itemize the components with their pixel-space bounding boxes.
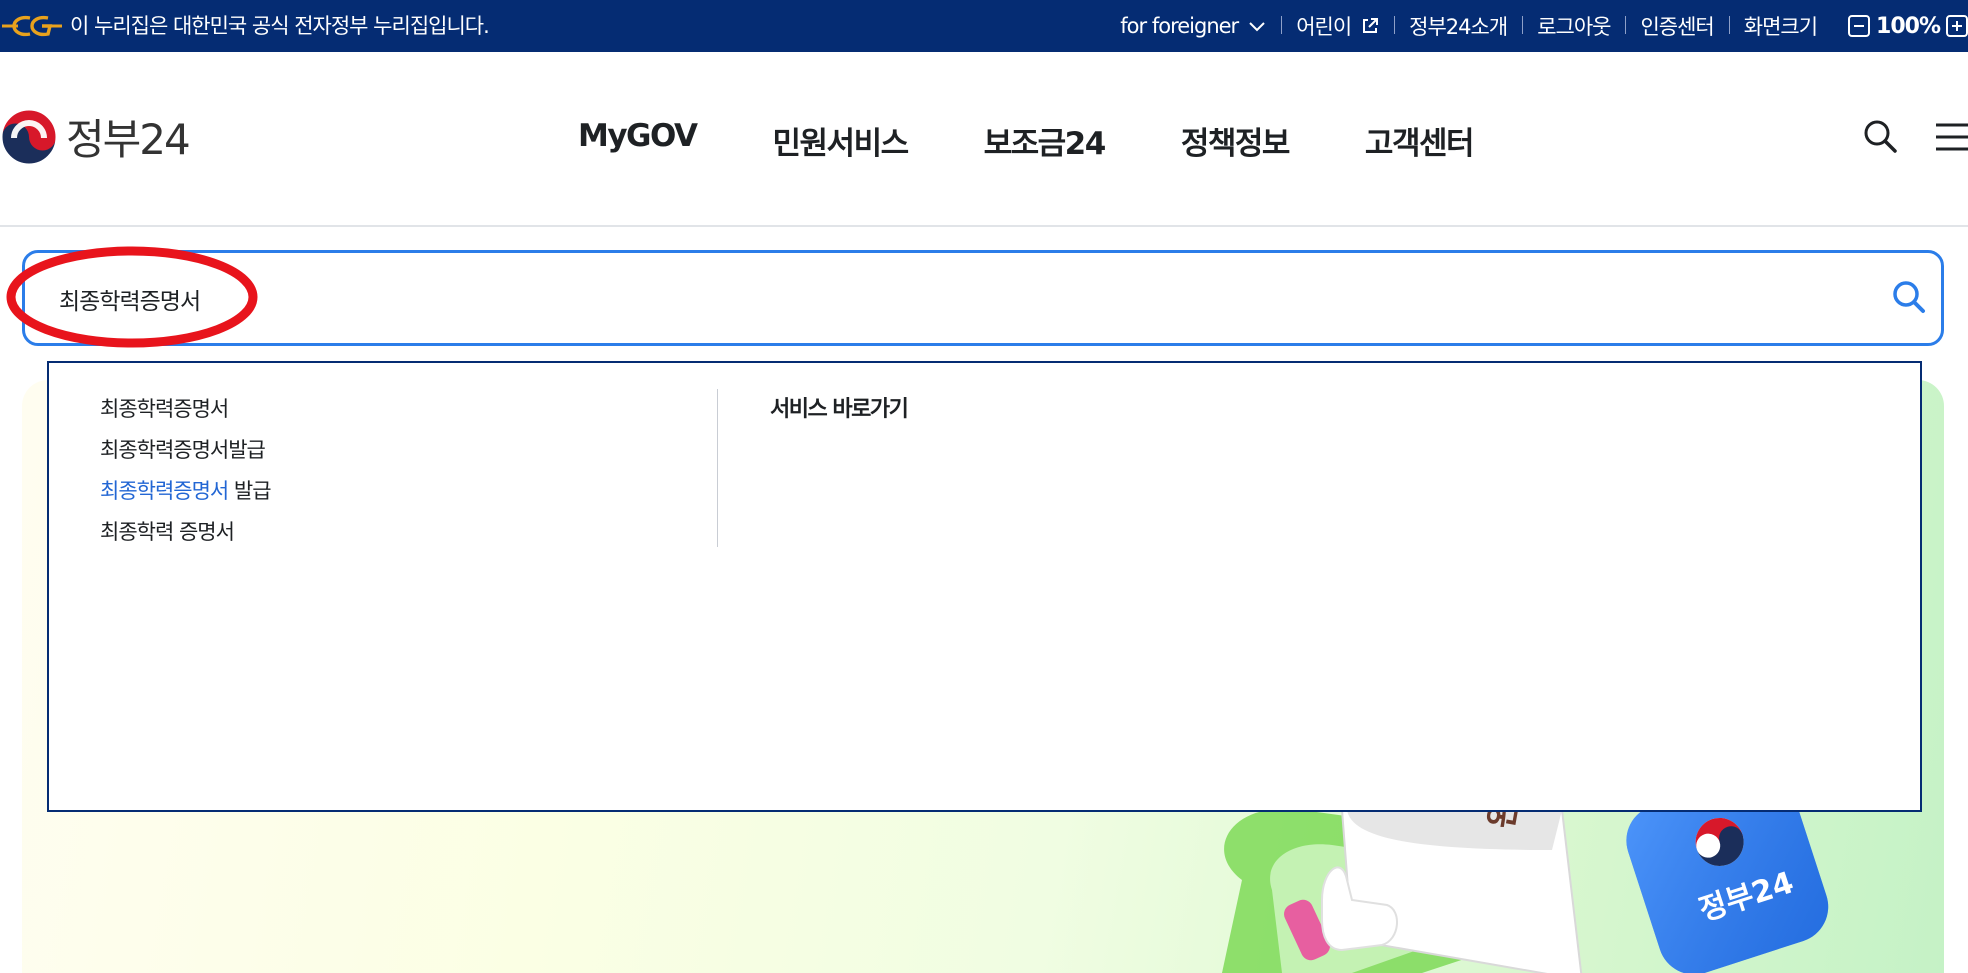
suggestion-list: 최종학력증명서 최종학력증명서발급 최종학력증명서 발급 최종학력 증명서 — [100, 389, 272, 553]
search-submit-icon[interactable] — [1891, 279, 1927, 315]
brand-home-link[interactable]: 정부24 — [0, 106, 191, 167]
search-input[interactable] — [57, 275, 1841, 323]
taegeuk-logo-icon — [1, 109, 57, 164]
minus-icon — [1854, 25, 1865, 27]
nav-mygov[interactable]: MyGOV — [578, 118, 698, 163]
zoom-in-button[interactable] — [1946, 15, 1968, 37]
main-nav: MyGOV 민원서비스 보조금24 정책정보 고객센터 — [578, 118, 1475, 163]
logout-link[interactable]: 로그아웃 — [1522, 11, 1625, 41]
nav-policy-info[interactable]: 정책정보 — [1181, 118, 1291, 163]
gov-banner: 이 누리집은 대한민국 공식 전자정부 누리집입니다. for foreigne… — [0, 0, 1968, 52]
suggestion-text: 발급 — [228, 479, 272, 503]
gov24-intro-link[interactable]: 정부24소개 — [1394, 11, 1522, 41]
suggestion-item[interactable]: 최종학력증명서 발급 — [100, 471, 272, 512]
cert-center-link[interactable]: 인증센터 — [1625, 11, 1728, 41]
suggestion-text: 최종학력증명서 — [100, 397, 229, 421]
hamburger-menu-icon[interactable] — [1934, 122, 1968, 152]
nav-customer-center[interactable]: 고객센터 — [1365, 118, 1475, 163]
dropdown-divider — [717, 389, 718, 547]
header-search-icon[interactable] — [1862, 118, 1898, 154]
official-site-notice: 이 누리집은 대한민국 공식 전자정부 누리집입니다. — [70, 14, 490, 38]
search-autocomplete: 최종학력증명서 최종학력증명서발급 최종학력증명서 발급 최종학력 증명서 서비… — [47, 361, 1922, 812]
zoom-level: 100% — [1876, 13, 1941, 39]
kids-label: 어린이 — [1296, 15, 1352, 39]
suggestion-text: 최종학력증명서발급 — [100, 438, 266, 462]
screen-size-label: 화면크기 — [1728, 11, 1832, 41]
external-link-icon — [1363, 18, 1379, 33]
utility-links: for foreigner 어린이 정부24소개 로그아웃 인증센터 화면크기 … — [1105, 0, 1968, 52]
kids-link[interactable]: 어린이 — [1281, 11, 1394, 41]
suggestion-match: 최종학력증명서 — [100, 479, 229, 503]
for-foreigner-label: for foreigner — [1120, 14, 1239, 38]
suggestion-text: 최종학력 증명서 — [100, 520, 235, 544]
for-foreigner-link[interactable]: for foreigner — [1105, 14, 1281, 38]
zoom-control: 100% — [1832, 14, 1968, 39]
brand-name: 정부24 — [66, 115, 191, 164]
service-shortcut-heading: 서비스 바로가기 — [770, 397, 909, 422]
suggestion-item[interactable]: 최종학력증명서발급 — [100, 430, 271, 471]
main-search-box — [22, 250, 1944, 346]
zoom-out-button[interactable] — [1848, 15, 1871, 37]
plus-icon — [1952, 21, 1962, 31]
nav-civil-services[interactable]: 민원서비스 — [773, 118, 910, 163]
site-header: 정부24 MyGOV 민원서비스 보조금24 정책정보 고객센터 — [0, 52, 1968, 227]
chevron-down-icon — [1249, 22, 1265, 32]
egov-logo-icon — [2, 15, 62, 37]
suggestion-item[interactable]: 최종학력증명서 — [100, 389, 271, 430]
suggestion-item[interactable]: 최종학력 증명서 — [100, 512, 271, 553]
nav-subsidy24[interactable]: 보조금24 — [984, 118, 1107, 163]
